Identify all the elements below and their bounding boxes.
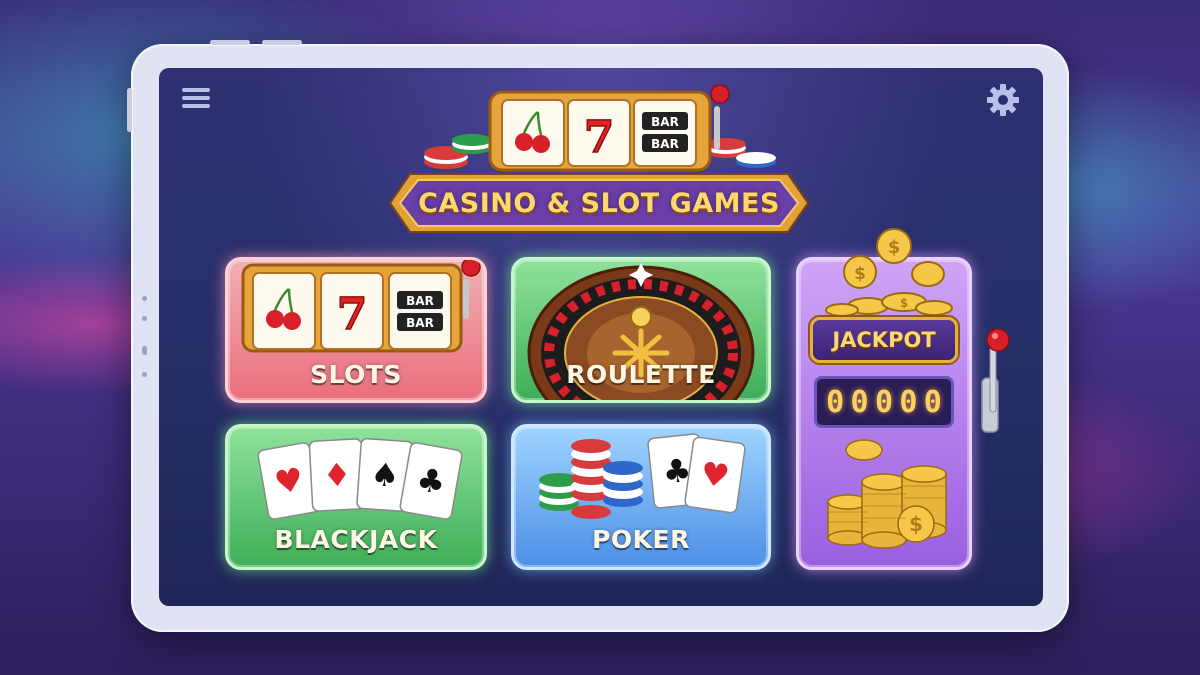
svg-text:BAR: BAR (651, 115, 679, 129)
tablet-speaker-dot (142, 372, 147, 377)
tablet-top-button-1 (210, 40, 250, 45)
svg-text:BAR: BAR (651, 137, 679, 151)
tablet-side-button (127, 88, 132, 132)
tablet-speaker-dot (142, 316, 147, 321)
jackpot-lever-icon[interactable] (976, 326, 1016, 436)
game-label-roulette: ROULETTE (566, 360, 716, 389)
game-card-roulette[interactable]: ROULETTE (511, 257, 771, 403)
coin-pile-icon: $ (827, 439, 947, 549)
svg-text:♠: ♠ (369, 455, 400, 495)
jackpot-digit: 0 (874, 384, 893, 420)
tablet-top-button-2 (262, 40, 302, 45)
tablet-speaker-dot (142, 346, 147, 355)
svg-text:BAR: BAR (406, 316, 434, 330)
svg-text:$: $ (900, 296, 908, 310)
chip-stack-icon (424, 134, 492, 169)
game-label-slots: SLOTS (310, 360, 402, 389)
svg-text:7: 7 (337, 289, 368, 340)
svg-text:$: $ (854, 264, 866, 284)
tablet-speaker-dot (142, 296, 147, 301)
game-label-poker: POKER (592, 525, 690, 554)
svg-text:♣: ♣ (661, 451, 694, 492)
svg-text:7: 7 (584, 112, 615, 163)
jackpot-digit: 0 (899, 384, 918, 420)
svg-text:BAR: BAR (406, 294, 434, 308)
game-card-blackjack[interactable]: ♥ ♦ ♠ ♣ BLACKJACK (225, 424, 487, 570)
hero-slot-machine: 7 BAR BAR (424, 84, 776, 172)
svg-text:♦: ♦ (322, 455, 353, 494)
game-card-slots[interactable]: 7 BAR BAR SLOTS (225, 257, 487, 403)
svg-text:$: $ (909, 512, 923, 536)
jackpot-label: JACKPOT (810, 317, 958, 363)
page-title: CASINO & SLOT GAMES (418, 187, 780, 219)
game-card-poker[interactable]: ♣ ♥ POKER (511, 424, 771, 570)
gold-coins-icon: $ $ $ (825, 228, 953, 316)
gear-icon[interactable] (985, 82, 1021, 118)
svg-text:♥: ♥ (698, 454, 732, 496)
jackpot-digit: 0 (850, 384, 869, 420)
jackpot-counter: 0 0 0 0 0 (814, 376, 954, 428)
jackpot-digit: 0 (923, 384, 942, 420)
svg-text:$: $ (888, 237, 901, 258)
hamburger-menu-icon[interactable] (182, 86, 210, 110)
jackpot-digit: 0 (826, 384, 845, 420)
game-label-blackjack: BLACKJACK (274, 525, 438, 554)
